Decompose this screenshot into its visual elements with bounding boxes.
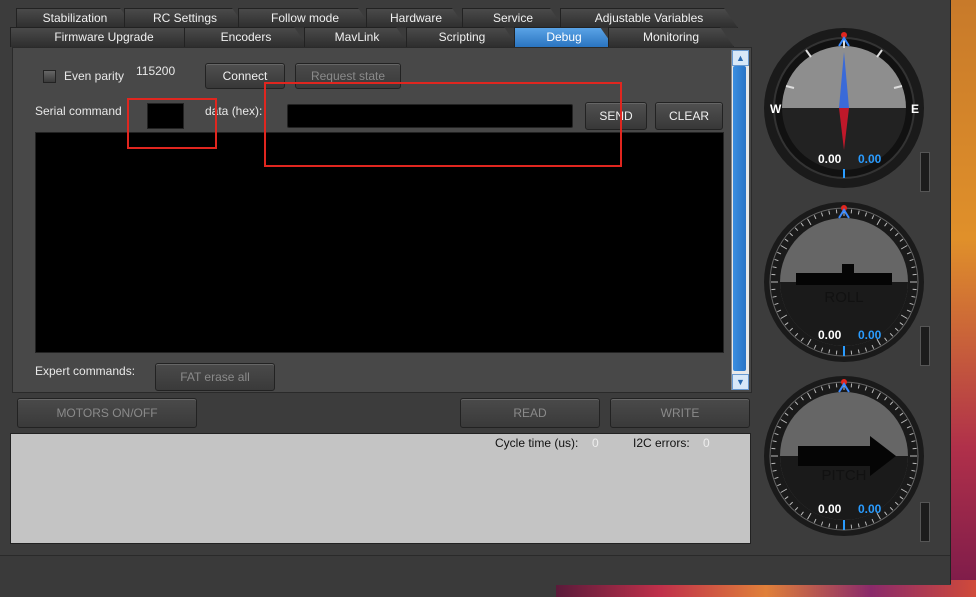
compass-east-label: E [911,102,919,116]
pitch-value-1: 0.00 [818,502,842,516]
status-area: Cycle time (us): 0 I2C errors: 0 [10,433,751,544]
tab-scripting[interactable]: Scripting [406,27,518,47]
tab-follow-mode[interactable]: Follow mode [238,8,372,28]
expert-commands-label: Expert commands: [35,364,136,378]
roll-value-2: 0.00 [858,328,882,342]
pitch-gauge: PITCH 0.00 0.00 [764,376,924,536]
i2c-errors-value: 0 [703,436,710,450]
panel-scrollbar[interactable]: ▲ ▼ [731,50,749,390]
data-hex-input[interactable] [287,104,573,128]
yaw-value-1: 0.00 [818,152,842,166]
tab-stabilization[interactable]: Stabilization [16,8,134,28]
pitch-title: PITCH [822,467,867,484]
roll-value-1: 0.00 [818,328,842,342]
cycle-time-value: 0 [592,436,599,450]
tab-service[interactable]: Service [462,8,564,28]
tab-adjustable-variables[interactable]: Adjustable Variables [560,8,738,28]
roll-level-bar [920,326,930,366]
scroll-up-icon[interactable]: ▲ [732,50,749,66]
write-button[interactable]: WRITE [610,398,750,428]
tab-mavlink[interactable]: MavLink [304,27,410,47]
even-parity-label: Even parity [64,69,125,83]
connect-button[interactable]: Connect [205,63,285,89]
even-parity-checkbox[interactable] [43,70,56,83]
read-button[interactable]: READ [460,398,600,428]
debug-output-console [35,132,724,353]
send-button[interactable]: SEND [585,102,647,130]
yaw-gauge: W E 0.00 0.00 [764,28,924,188]
tab-firmware-upgrade[interactable]: Firmware Upgrade [10,27,198,47]
scrollbar-thumb[interactable] [733,66,746,371]
fat-erase-all-button[interactable]: FAT erase all [155,363,275,391]
yaw-level-bar [920,152,930,192]
pitch-value-2: 0.00 [858,502,882,516]
tab-rc-settings[interactable]: RC Settings [124,8,246,28]
data-hex-label: data (hex): [205,104,263,118]
status-bar [0,555,950,585]
cycle-time-label: Cycle time (us): [495,436,579,450]
scroll-down-icon[interactable]: ▼ [732,374,749,390]
yaw-value-2: 0.00 [858,152,882,166]
roll-gauge: ROLL 0.00 0.00 [764,202,924,362]
roll-title: ROLL [824,289,863,306]
desktop-background-right [950,0,976,597]
pitch-level-bar [920,502,930,542]
serial-command-label: Serial command [35,104,122,118]
i2c-errors-label: I2C errors: [633,436,690,450]
baud-rate: 115200 [136,64,176,78]
compass-west-label: W [770,102,782,116]
tab-monitoring[interactable]: Monitoring [608,27,734,47]
tab-hardware[interactable]: Hardware [366,8,466,28]
request-state-button[interactable]: Request state [295,63,401,89]
tab-encoders[interactable]: Encoders [184,27,308,47]
roll-horizon-bar-icon [796,273,892,285]
tab-debug[interactable]: Debug [514,27,614,47]
motors-on-off-button[interactable]: MOTORS ON/OFF [17,398,197,428]
clear-button[interactable]: CLEAR [655,102,723,130]
app-window: Stabilization RC Settings Follow mode Ha… [0,0,951,585]
serial-command-input[interactable] [147,103,184,129]
